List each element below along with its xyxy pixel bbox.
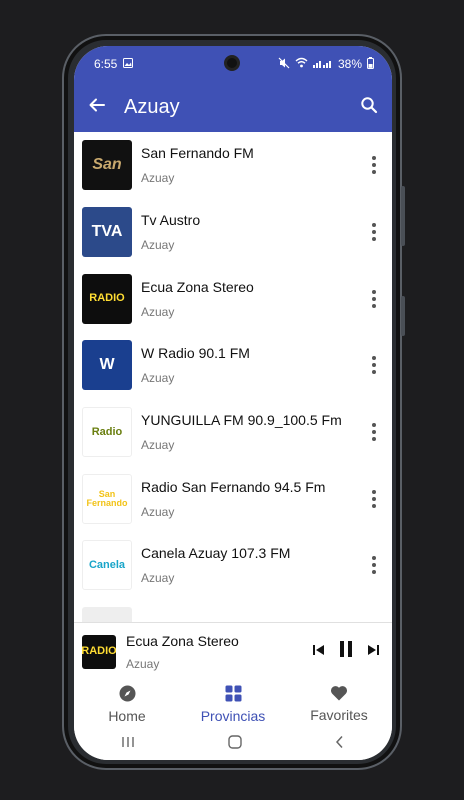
heart-icon [330, 685, 348, 704]
logo-text: San [92, 156, 122, 174]
mute-icon [278, 57, 290, 72]
nav-home-label: Home [108, 707, 146, 724]
battery-icon [367, 56, 374, 72]
logo-text: W [99, 356, 115, 374]
more-options-icon[interactable] [364, 223, 384, 242]
power-button [401, 296, 405, 336]
pause-icon[interactable] [338, 640, 354, 663]
station-row[interactable]: Radio La Picosa [74, 599, 392, 622]
recents-icon[interactable] [121, 735, 135, 753]
signal-icon [312, 57, 333, 71]
gallery-notification-icon [123, 57, 134, 71]
station-logo: San Fernando [82, 473, 132, 524]
station-name: San Fernando FM [141, 145, 254, 162]
station-name: Radio San Fernando 94.5 Fm [141, 478, 326, 495]
station-logo: RADIO [82, 273, 132, 324]
more-options-icon[interactable] [364, 423, 384, 442]
logo-text: Canela [88, 558, 126, 571]
station-province: Azuay [141, 238, 175, 253]
station-row[interactable]: San San Fernando FM Azuay [74, 132, 392, 199]
station-logo: Canela [82, 540, 132, 591]
front-camera [224, 55, 240, 71]
logo-text: San Fernando [86, 488, 128, 508]
home-icon[interactable] [228, 734, 242, 754]
status-bar: 6:55 38% [74, 46, 392, 82]
station-name: Canela Azuay 107.3 FM [141, 545, 291, 562]
player-station-logo: RADIO [82, 634, 116, 669]
compass-icon [119, 685, 136, 705]
more-options-icon[interactable] [364, 289, 384, 308]
station-logo: TVA [82, 207, 132, 258]
more-options-icon[interactable] [364, 156, 384, 175]
back-arrow-icon[interactable] [88, 96, 106, 119]
player-title: Ecua Zona Stereo [126, 632, 239, 649]
station-row[interactable]: W W Radio 90.1 FM Azuay [74, 332, 392, 399]
mini-player[interactable]: RADIO Ecua Zona Stereo Azuay [74, 622, 392, 680]
station-province: Azuay [141, 304, 175, 319]
more-options-icon[interactable] [364, 556, 384, 575]
bottom-navigation: Home Provincias Favorites [74, 680, 392, 728]
logo-text: TVA [91, 223, 123, 241]
station-province: Azuay [141, 571, 175, 586]
grid-icon [225, 685, 242, 705]
station-logo: W [82, 340, 132, 391]
search-icon[interactable] [360, 96, 378, 119]
station-name: Tv Austro [141, 212, 201, 229]
screen: 6:55 38% Azuay San San Fernando FM Azuay… [74, 46, 392, 760]
phone-frame: 6:55 38% Azuay San San Fernando FM Azuay… [62, 34, 405, 770]
back-icon[interactable] [335, 735, 345, 754]
next-icon[interactable] [366, 643, 380, 661]
app-bar: Azuay [74, 82, 392, 132]
station-province: Azuay [141, 371, 175, 386]
previous-icon[interactable] [312, 643, 326, 661]
station-logo [82, 607, 132, 622]
logo-text: RADIO [89, 292, 125, 305]
volume-button [401, 186, 405, 246]
logo-text: Radio [91, 425, 123, 438]
more-options-icon[interactable] [364, 489, 384, 508]
station-province: Azuay [141, 171, 175, 186]
nav-home[interactable]: Home [74, 680, 180, 728]
logo-text: RADIO [82, 645, 116, 657]
station-name: W Radio 90.1 FM [141, 345, 250, 362]
nav-provincias-label: Provincias [200, 707, 266, 724]
station-row[interactable]: Radio YUNGUILLA FM 90.9_100.5 Fm Azuay [74, 399, 392, 466]
station-row[interactable]: RADIO Ecua Zona Stereo Azuay [74, 265, 392, 332]
more-options-icon[interactable] [364, 356, 384, 375]
station-row[interactable]: San Fernando Radio San Fernando 94.5 Fm Az… [74, 465, 392, 532]
nav-favorites-label: Favorites [310, 707, 368, 723]
station-name: YUNGUILLA FM 90.9_100.5 Fm [141, 412, 342, 429]
battery-text: 38% [337, 57, 362, 71]
station-row[interactable]: Canela Canela Azuay 107.3 FM Azuay [74, 532, 392, 599]
station-province: Azuay [141, 504, 175, 519]
station-list: San San Fernando FM Azuay TVA Tv Austro Azuay… [74, 132, 392, 622]
player-subtitle: Azuay [126, 656, 160, 671]
nav-provincias[interactable]: Provincias [180, 680, 286, 728]
system-navigation-bar [74, 728, 392, 760]
page-title: Azuay [124, 95, 180, 118]
station-logo: Radio [82, 407, 132, 458]
wifi-icon [295, 57, 308, 71]
status-time: 6:55 [94, 57, 118, 71]
station-name: Ecua Zona Stereo [141, 278, 254, 295]
nav-favorites[interactable]: Favorites [286, 680, 392, 728]
station-logo: San [82, 140, 132, 191]
station-row[interactable]: TVA Tv Austro Azuay [74, 199, 392, 266]
station-province: Azuay [141, 438, 175, 453]
